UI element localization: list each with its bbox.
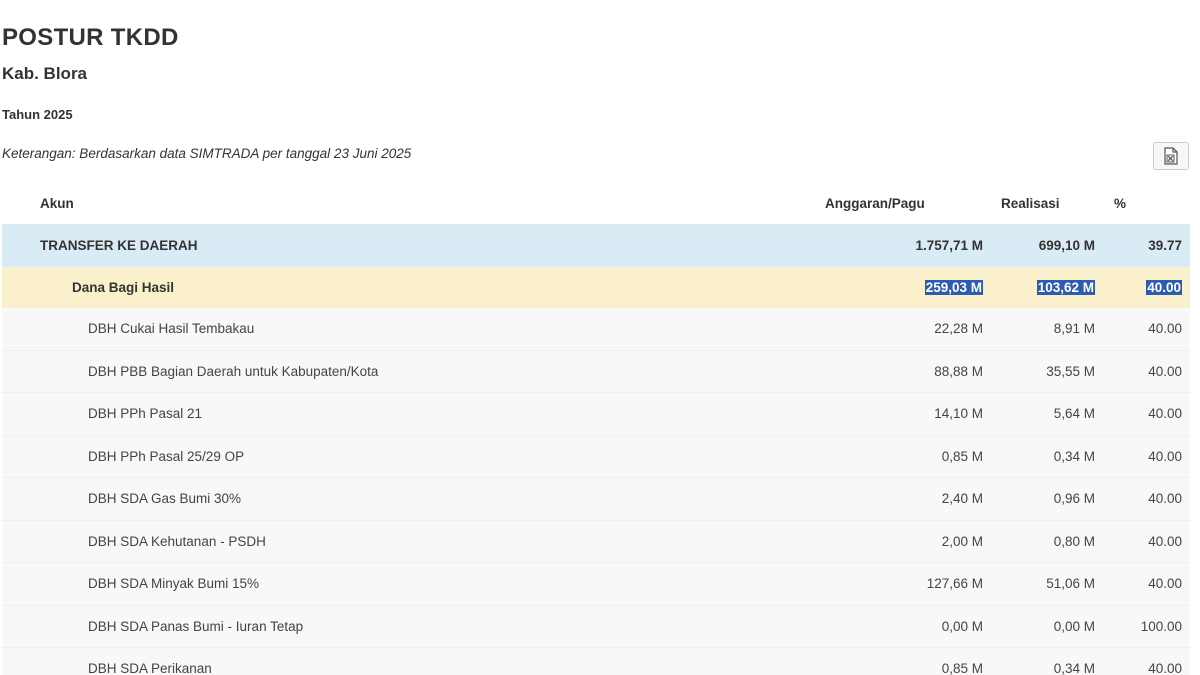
total-realisasi: 699,10 M — [1038, 238, 1095, 254]
row-pagu: 14,10 M — [934, 406, 983, 422]
row-persen: 40.00 — [1148, 406, 1182, 422]
row-pagu: 0,85 M — [941, 661, 983, 675]
row-pagu: 88,88 M — [934, 363, 983, 379]
row-pagu: 22,28 M — [934, 321, 983, 337]
row-pagu: 127,66 M — [926, 576, 983, 592]
tkdd-page: POSTUR TKDD Kab. Blora Tahun 2025 Ketera… — [0, 0, 1200, 675]
postur-table: Akun Anggaran/Pagu Realisasi % TRANSFER … — [2, 182, 1190, 675]
row-akun: DBH SDA Minyak Bumi 15% — [88, 576, 260, 592]
row-realisasi: 8,91 M — [1053, 321, 1095, 337]
row-persen: 40.00 — [1148, 491, 1182, 507]
row-persen: 40.00 — [1148, 661, 1182, 675]
excel-export-icon — [1163, 147, 1179, 165]
row-pagu: 0,00 M — [941, 618, 983, 634]
row-pagu: 2,40 M — [941, 491, 983, 507]
table-row[interactable]: DBH Cukai Hasil Tembakau 22,28 M 8,91 M … — [2, 308, 1190, 351]
group-persen: 40.00 — [1146, 279, 1182, 295]
row-persen: 100.00 — [1140, 618, 1182, 634]
row-realisasi: 51,06 M — [1046, 576, 1095, 592]
group-pagu: 259,03 M — [924, 279, 983, 295]
row-realisasi: 0,00 M — [1053, 618, 1095, 634]
table-row[interactable]: DBH SDA Gas Bumi 30% 2,40 M 0,96 M 40.00 — [2, 478, 1190, 521]
row-akun: DBH SDA Perikanan — [88, 661, 212, 675]
table-row[interactable]: DBH SDA Kehutanan - PSDH 2,00 M 0,80 M 4… — [2, 520, 1190, 563]
header-pagu[interactable]: Anggaran/Pagu — [825, 196, 925, 211]
total-row[interactable]: TRANSFER KE DAERAH 1.757,71 M 699,10 M 3… — [2, 225, 1190, 267]
row-pagu: 2,00 M — [941, 533, 983, 549]
total-persen: 39.77 — [1148, 238, 1182, 254]
table-row[interactable]: DBH PBB Bagian Daerah untuk Kabupaten/Ko… — [2, 350, 1190, 393]
row-persen: 40.00 — [1148, 321, 1182, 337]
row-akun: DBH PBB Bagian Daerah untuk Kabupaten/Ko… — [88, 363, 379, 379]
group-realisasi: 103,62 M — [1036, 279, 1095, 295]
region-subtitle: Kab. Blora — [2, 64, 88, 83]
row-akun: DBH SDA Kehutanan - PSDH — [88, 533, 266, 549]
table-row[interactable]: DBH PPh Pasal 25/29 OP 0,85 M 0,34 M 40.… — [2, 435, 1190, 478]
row-realisasi: 0,80 M — [1053, 533, 1095, 549]
table-row[interactable]: DBH PPh Pasal 21 14,10 M 5,64 M 40.00 — [2, 393, 1190, 436]
year-label: Tahun 2025 — [2, 107, 73, 122]
table-header: Akun Anggaran/Pagu Realisasi % — [2, 182, 1190, 225]
row-realisasi: 0,34 M — [1053, 448, 1095, 464]
table-row[interactable]: DBH SDA Minyak Bumi 15% 127,66 M 51,06 M… — [2, 563, 1190, 606]
row-akun: DBH Cukai Hasil Tembakau — [88, 321, 255, 337]
row-persen: 40.00 — [1148, 533, 1182, 549]
row-realisasi: 0,96 M — [1053, 491, 1095, 507]
row-realisasi: 35,55 M — [1046, 363, 1095, 379]
page-title: POSTUR TKDD — [2, 24, 179, 51]
table-row[interactable]: DBH SDA Perikanan 0,85 M 0,34 M 40.00 — [2, 648, 1190, 675]
row-realisasi: 0,34 M — [1053, 661, 1095, 675]
data-source-note: Keterangan: Berdasarkan data SIMTRADA pe… — [2, 146, 412, 161]
row-persen: 40.00 — [1148, 448, 1182, 464]
total-akun: TRANSFER KE DAERAH — [40, 238, 198, 254]
row-persen: 40.00 — [1148, 576, 1182, 592]
export-excel-button[interactable] — [1153, 142, 1189, 170]
row-akun: DBH PPh Pasal 21 — [88, 406, 203, 422]
row-realisasi: 5,64 M — [1053, 406, 1095, 422]
header-realisasi[interactable]: Realisasi — [1001, 196, 1060, 211]
row-akun: DBH SDA Gas Bumi 30% — [88, 491, 242, 507]
header-akun[interactable]: Akun — [40, 196, 74, 211]
group-akun: Dana Bagi Hasil — [72, 279, 175, 295]
row-persen: 40.00 — [1148, 363, 1182, 379]
row-akun: DBH PPh Pasal 25/29 OP — [88, 448, 245, 464]
header-persen[interactable]: % — [1114, 196, 1126, 211]
row-akun: DBH SDA Panas Bumi - Iuran Tetap — [88, 618, 304, 634]
table-row[interactable]: DBH SDA Panas Bumi - Iuran Tetap 0,00 M … — [2, 605, 1190, 648]
row-pagu: 0,85 M — [941, 448, 983, 464]
total-pagu: 1.757,71 M — [915, 238, 983, 254]
group-row[interactable]: Dana Bagi Hasil 259,03 M 103,62 M 40.00 — [2, 266, 1190, 308]
